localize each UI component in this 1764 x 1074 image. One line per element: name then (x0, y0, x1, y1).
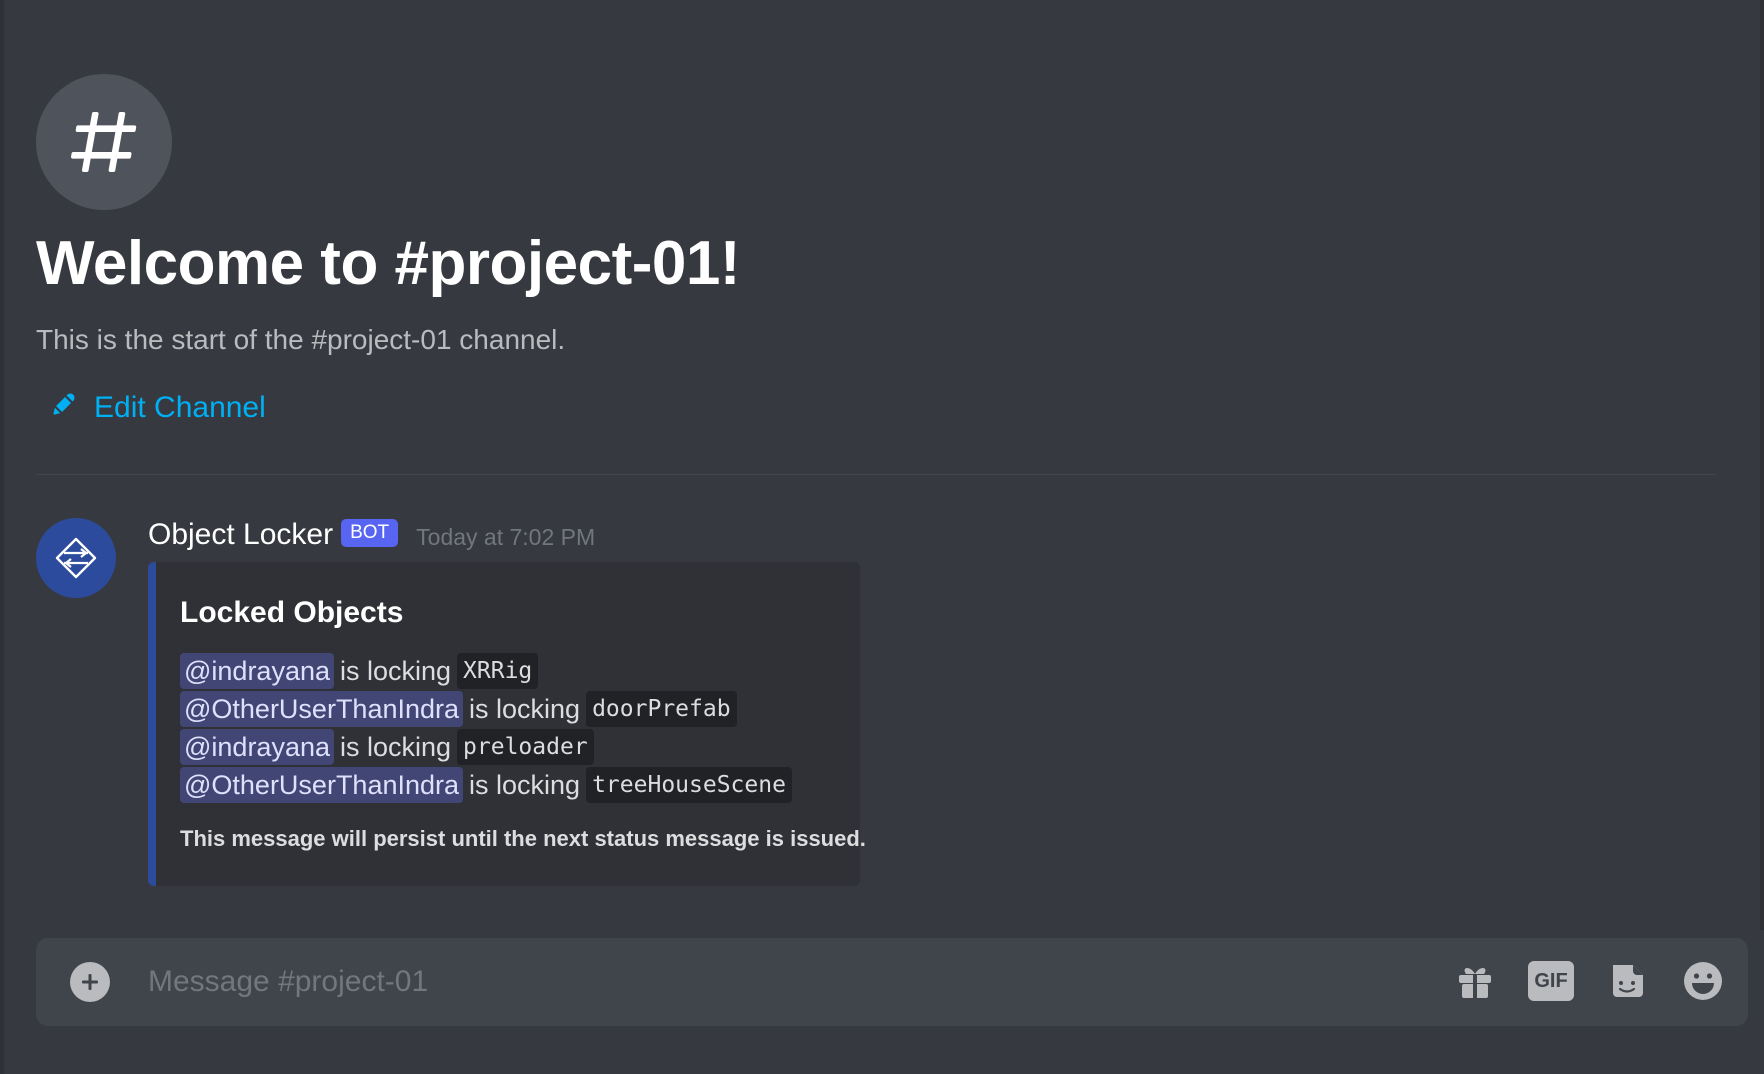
embed-title: Locked Objects (180, 596, 404, 629)
composer-buttons: GIF (1452, 958, 1726, 1004)
object-code: treeHouseScene (586, 767, 792, 803)
user-mention[interactable]: @indrayana (180, 729, 334, 765)
object-locker-icon[interactable] (36, 518, 116, 598)
left-edge (0, 0, 4, 1074)
user-mention[interactable]: @OtherUserThanIndra (180, 691, 464, 727)
hashtag-icon (36, 74, 172, 210)
user-mention[interactable]: @indrayana (180, 653, 334, 689)
message-input[interactable] (148, 956, 1428, 1008)
welcome-title: Welcome to #project-01! (36, 229, 740, 298)
object-code: doorPrefab (586, 691, 737, 727)
discord-channel-view: Welcome to #project-01! This is the star… (0, 0, 1764, 1074)
gif-button[interactable]: GIF (1528, 958, 1574, 1004)
gift-icon[interactable] (1452, 958, 1498, 1004)
sticker-icon[interactable] (1604, 958, 1650, 1004)
embed: Locked Objects @indrayana is locking XRR… (148, 562, 866, 886)
locking-text: is locking (469, 693, 581, 724)
list-item: @indrayana is locking preloader (180, 728, 836, 766)
user-mention[interactable]: @OtherUserThanIndra (180, 767, 464, 803)
plus-circle-icon[interactable] (70, 962, 110, 1002)
gif-label: GIF (1528, 961, 1574, 1001)
divider (36, 474, 1716, 475)
edit-channel-label: Edit Channel (94, 391, 266, 424)
message-composer: GIF (36, 938, 1748, 1026)
edit-channel-link[interactable]: Edit Channel (50, 390, 266, 426)
author-name[interactable]: Object Locker (148, 518, 333, 552)
list-item: @OtherUserThanIndra is locking doorPrefa… (180, 690, 836, 728)
locking-text: is locking (340, 655, 452, 686)
pencil-icon (50, 390, 78, 426)
embed-lines: @indrayana is locking XRRig @OtherUserTh… (180, 652, 836, 804)
object-code: XRRig (457, 653, 539, 689)
message-header: Object Locker BOT Today at 7:02 PM (148, 518, 595, 552)
locking-text: is locking (469, 769, 581, 800)
locking-text: is locking (340, 731, 452, 762)
timestamp[interactable]: Today at 7:02 PM (416, 524, 595, 551)
scrollbar[interactable] (1760, 0, 1764, 930)
welcome-subtitle: This is the start of the #project-01 cha… (36, 324, 566, 355)
emoji-icon[interactable] (1680, 958, 1726, 1004)
embed-footer: This message will persist until the next… (180, 826, 866, 851)
bot-tag: BOT (341, 519, 399, 547)
list-item: @indrayana is locking XRRig (180, 652, 836, 690)
object-code: preloader (457, 729, 594, 765)
list-item: @OtherUserThanIndra is locking treeHouse… (180, 766, 836, 804)
